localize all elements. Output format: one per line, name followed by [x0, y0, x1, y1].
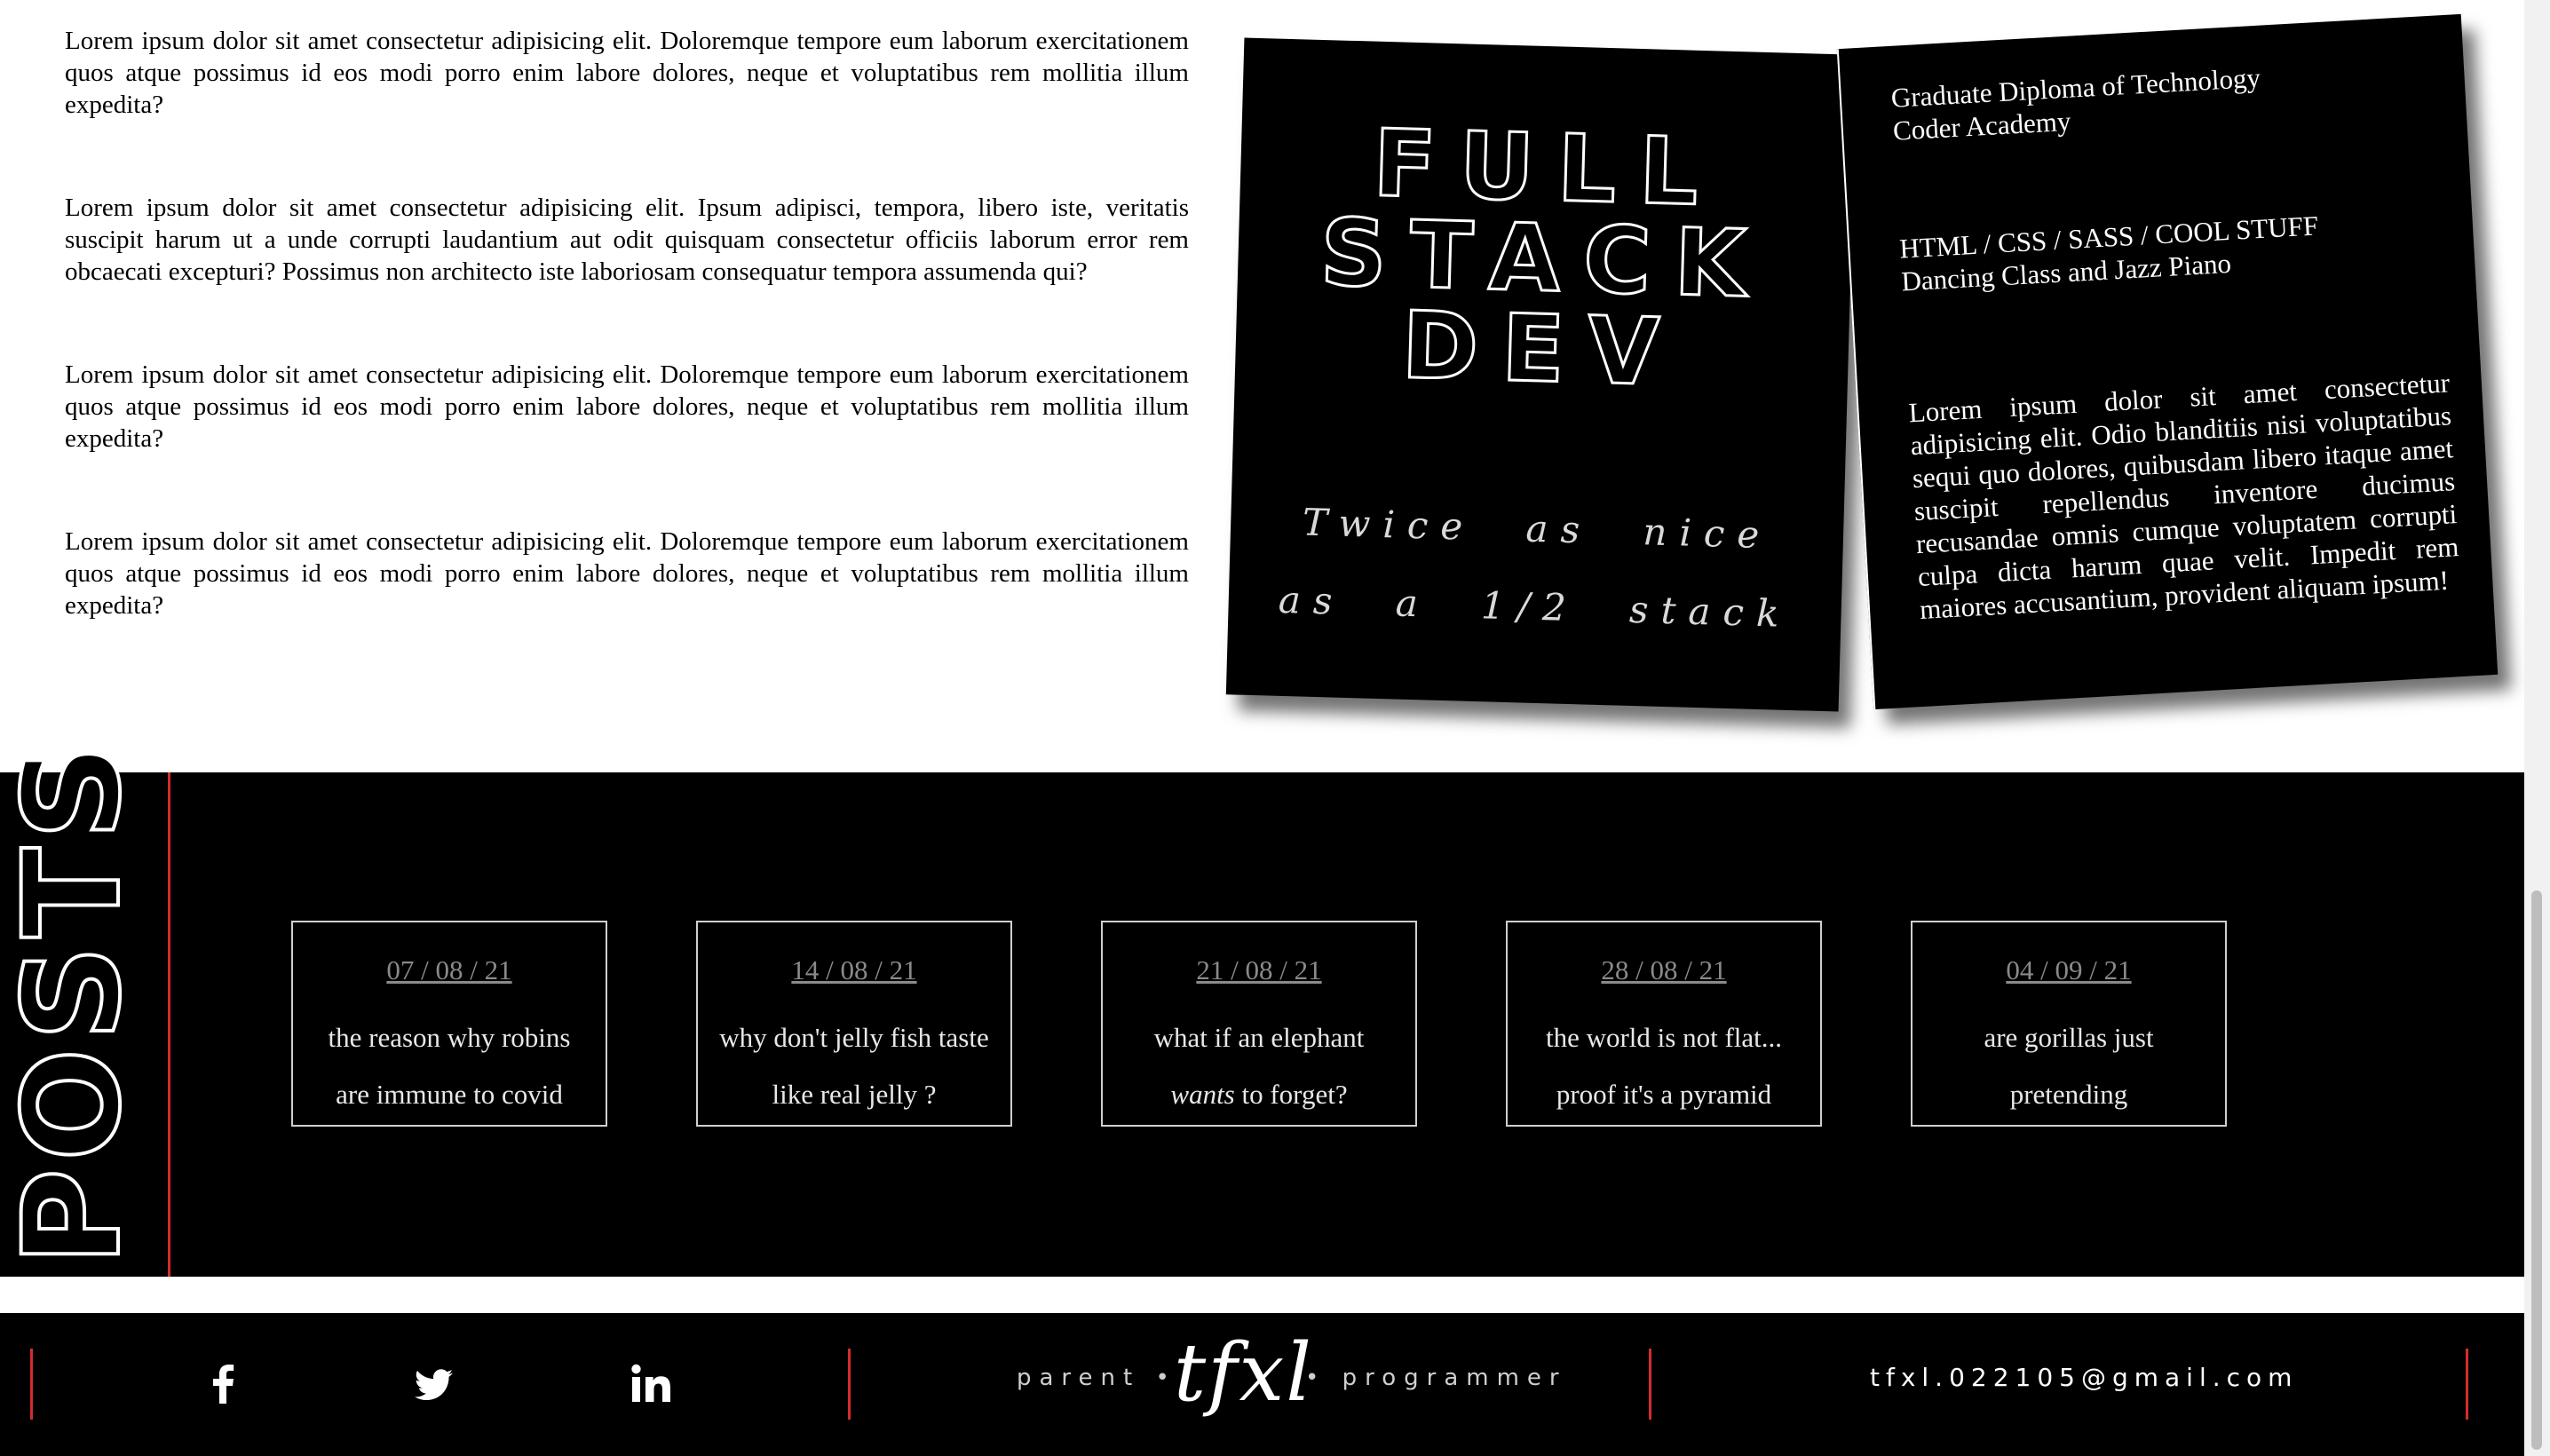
site-footer: parent • tfxl • programmer tfxl.022105@g… [0, 1313, 2524, 1456]
intro-paragraph: Lorem ipsum dolor sit amet consectetur a… [65, 194, 1189, 286]
post-card[interactable]: 07 / 08 / 21 the reason why robins are i… [291, 921, 607, 1127]
post-title-line: to forget? [1234, 1079, 1348, 1110]
intro-text: Lorem ipsum dolor sit amet consectetur a… [65, 25, 1189, 692]
posts-divider [168, 772, 170, 1277]
post-title-line: what if an elephant [1153, 1022, 1365, 1053]
post-title-line: the world is not flat... [1545, 1022, 1783, 1053]
footer-divider [848, 1349, 851, 1420]
post-card[interactable]: 21 / 08 / 21 what if an elephant wants t… [1101, 921, 1417, 1127]
post-date-link[interactable]: 21 / 08 / 21 [1103, 953, 1415, 988]
logo-title: FULL STACK DEV [1235, 107, 1855, 408]
post-title-line: pretending [2009, 1079, 2128, 1110]
post-title-line: why don't jelly fish taste [719, 1022, 989, 1053]
post-card[interactable]: 28 / 08 / 21 the world is not flat... pr… [1506, 921, 1822, 1127]
tagline-line: as a 1/2 stack [1278, 577, 1793, 636]
email-link[interactable]: tfxl.022105@gmail.com [1870, 1363, 2298, 1392]
post-card[interactable]: 14 / 08 / 21 why don't jelly fish taste … [696, 921, 1012, 1127]
brand-left-text: parent • [1017, 1365, 1177, 1391]
post-date-link[interactable]: 04 / 09 / 21 [1912, 953, 2225, 988]
post-title-emphasis: wants [1170, 1079, 1235, 1110]
education-block: Graduate Diploma of Technology Coder Aca… [1890, 61, 2263, 147]
footer-divider [1649, 1349, 1651, 1420]
brand-logo[interactable]: tfxl [1174, 1329, 1313, 1418]
post-date-link[interactable]: 14 / 08 / 21 [698, 953, 1010, 988]
post-title: the reason why robins are immune to covi… [293, 1009, 606, 1123]
post-title-line: proof it's a pyramid [1556, 1079, 1772, 1110]
post-card[interactable]: 04 / 09 / 21 are gorillas just pretendin… [1911, 921, 2227, 1127]
post-title: are gorillas just pretending [1912, 1009, 2225, 1123]
twitter-icon[interactable] [407, 1357, 460, 1411]
posts-heading: POSTS [0, 735, 152, 1268]
scrollbar-thumb[interactable] [2531, 890, 2542, 1450]
post-title-line: are immune to covid [336, 1079, 563, 1110]
footer-divider [2466, 1349, 2468, 1420]
post-title-line: like real jelly ? [772, 1079, 937, 1110]
post-title: what if an elephant wants to forget? [1103, 1009, 1415, 1123]
brand-right-text: • programmer [1305, 1365, 1567, 1391]
intro-paragraph: Lorem ipsum dolor sit amet consectetur a… [65, 527, 1189, 620]
post-date-link[interactable]: 07 / 08 / 21 [293, 953, 606, 988]
skills-block: HTML / CSS / SASS / COOL STUFF Dancing C… [1898, 209, 2321, 297]
posts-section: POSTS 07 / 08 / 21 the reason why robins… [0, 735, 2524, 1277]
cv-blurb: Lorem ipsum dolor sit amet consectetur a… [1907, 367, 2460, 625]
intro-paragraph: Lorem ipsum dolor sit amet consectetur a… [65, 360, 1189, 453]
facebook-icon[interactable] [197, 1357, 250, 1411]
linkedin-icon[interactable] [623, 1357, 677, 1411]
cv-card: Graduate Diploma of Technology Coder Aca… [1836, 13, 2499, 710]
post-title: why don't jelly fish taste like real jel… [698, 1009, 1010, 1123]
post-title: the world is not flat... proof it's a py… [1508, 1009, 1820, 1123]
logo-tagline: Twice as nice as a 1/2 stack [1228, 481, 1845, 654]
post-title-line: are gorillas just [1984, 1022, 2154, 1053]
intro-paragraph: Lorem ipsum dolor sit amet consectetur a… [65, 27, 1189, 119]
full-stack-logo-card: FULL STACK DEV Twice as nice as a 1/2 st… [1225, 37, 1857, 712]
post-date-link[interactable]: 28 / 08 / 21 [1508, 953, 1820, 988]
footer-divider [30, 1349, 33, 1420]
post-title-line: the reason why robins [328, 1022, 571, 1053]
